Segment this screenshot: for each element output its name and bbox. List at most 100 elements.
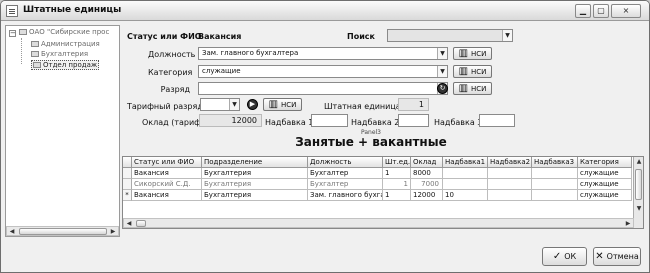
- table-cell[interactable]: 1: [383, 179, 411, 190]
- row-marker[interactable]: [123, 179, 132, 190]
- cancel-button[interactable]: ✕ Отмена: [593, 247, 641, 266]
- window-title: Штатные единицы: [23, 5, 122, 15]
- grade-refresh-button[interactable]: ↻: [437, 83, 448, 94]
- table-cell[interactable]: служащие: [578, 190, 632, 201]
- tree-item-accounting[interactable]: Бухгалтерия: [31, 50, 88, 58]
- tree-folder-icon: [31, 51, 39, 57]
- department-tree[interactable]: − ОАО "Сибирские прос Администрация Бухг…: [5, 25, 120, 237]
- scroll-left-icon[interactable]: ◀: [125, 220, 133, 227]
- tree-folder-icon: [19, 29, 27, 35]
- book-icon: ▥: [458, 83, 469, 94]
- table-horizontal-scroll-thumb[interactable]: [136, 220, 146, 227]
- table-cell[interactable]: служащие: [578, 179, 632, 190]
- row-marker-header: [123, 157, 132, 168]
- column-header-staff-units[interactable]: Шт.ед.: [383, 157, 411, 168]
- table-cell[interactable]: [532, 179, 578, 190]
- table-cell[interactable]: Зам. главного бухгалтера: [308, 190, 383, 201]
- dropdown-arrow-icon[interactable]: ▼: [229, 99, 239, 110]
- column-header-bonus1[interactable]: Надбавка1: [443, 157, 488, 168]
- grade-select[interactable]: ▼: [198, 82, 448, 95]
- table-cell[interactable]: Вакансия: [132, 168, 202, 179]
- tree-collapse-toggle[interactable]: −: [9, 30, 16, 37]
- book-icon: ▥: [458, 66, 469, 77]
- table-cell[interactable]: Бухгалтерия: [202, 168, 308, 179]
- ok-label: ОК: [564, 252, 577, 261]
- table-cell[interactable]: Бухгалтерия: [202, 190, 308, 201]
- scroll-right-icon[interactable]: ▶: [624, 220, 632, 227]
- ok-button[interactable]: ✓ ОК: [542, 247, 587, 266]
- table-cell[interactable]: 8000: [411, 168, 443, 179]
- table-cell[interactable]: 1: [383, 190, 411, 201]
- close-button[interactable]: ×: [611, 4, 641, 18]
- table-cell[interactable]: Бухгалтерия: [202, 179, 308, 190]
- tree-item-sales[interactable]: Отдел продаж: [31, 60, 100, 70]
- table-cell[interactable]: [532, 190, 578, 201]
- column-header-status[interactable]: Статус или ФИО: [132, 157, 202, 168]
- book-icon: ▥: [458, 48, 469, 59]
- tree-connector: [21, 38, 22, 64]
- table-cell[interactable]: Бухгалтер: [308, 168, 383, 179]
- scroll-up-icon[interactable]: ▲: [635, 158, 643, 165]
- table-cell[interactable]: 12000: [411, 190, 443, 201]
- column-header-department[interactable]: Подразделение: [202, 157, 308, 168]
- tariff-nsi-button[interactable]: ▥ НСИ: [263, 98, 302, 111]
- table-cell[interactable]: 7000: [411, 179, 443, 190]
- dropdown-arrow-icon[interactable]: ▼: [437, 48, 447, 59]
- nsi-label: НСИ: [471, 68, 487, 76]
- category-nsi-button[interactable]: ▥ НСИ: [453, 65, 492, 78]
- table-cell[interactable]: [443, 179, 488, 190]
- table-cell[interactable]: служащие: [578, 168, 632, 179]
- position-value: Зам. главного бухгалтера: [202, 49, 299, 57]
- minimize-button[interactable]: ▁: [575, 4, 591, 18]
- position-select[interactable]: Зам. главного бухгалтера ▼: [198, 47, 448, 60]
- table-vertical-scroll-thumb[interactable]: [635, 169, 642, 200]
- column-header-bonus2[interactable]: Надбавка2: [488, 157, 532, 168]
- staff-table[interactable]: Статус или ФИО Подразделение Должность Ш…: [122, 156, 644, 229]
- table-cell[interactable]: 1: [383, 168, 411, 179]
- table-cell[interactable]: Бухгалтер: [308, 179, 383, 190]
- bonus2-input[interactable]: [398, 114, 429, 127]
- column-header-category[interactable]: Категория: [578, 157, 632, 168]
- table-horizontal-scrollbar[interactable]: ◀ ▶: [123, 218, 634, 228]
- current-row-marker[interactable]: *: [123, 190, 132, 201]
- tree-item-administration[interactable]: Администрация: [31, 40, 100, 48]
- category-select[interactable]: служащие ▼: [198, 65, 448, 78]
- maximize-button[interactable]: ▢: [593, 4, 609, 18]
- table-cell[interactable]: [532, 168, 578, 179]
- table-cell[interactable]: Вакансия: [132, 190, 202, 201]
- bonus1-label: Надбавка 1: [265, 118, 314, 127]
- column-header-bonus3[interactable]: Надбавка3: [532, 157, 578, 168]
- tree-folder-icon: [33, 62, 41, 68]
- search-label: Поиск: [347, 32, 375, 41]
- tree-horizontal-scrollbar[interactable]: ◀ ▶: [6, 226, 119, 236]
- bonus1-input[interactable]: [311, 114, 348, 127]
- app-icon: [6, 5, 18, 17]
- table-cell[interactable]: Сикорский С.Д.: [132, 179, 202, 190]
- dropdown-arrow-icon[interactable]: ▼: [437, 66, 447, 77]
- tree-root[interactable]: ОАО "Сибирские прос: [19, 28, 109, 36]
- table-cell[interactable]: [488, 168, 532, 179]
- position-nsi-button[interactable]: ▥ НСИ: [453, 47, 492, 60]
- grade-nsi-button[interactable]: ▥ НСИ: [453, 82, 492, 95]
- column-header-salary[interactable]: Оклад: [411, 157, 443, 168]
- scroll-left-icon[interactable]: ◀: [8, 228, 16, 235]
- scroll-right-icon[interactable]: ▶: [109, 228, 117, 235]
- search-field[interactable]: ▼: [387, 29, 513, 42]
- bonus3-input[interactable]: [479, 114, 515, 127]
- nsi-label: НСИ: [471, 50, 487, 58]
- row-marker[interactable]: [123, 168, 132, 179]
- table-cell[interactable]: [488, 190, 532, 201]
- table-vertical-scrollbar[interactable]: ▲ ▼: [633, 157, 643, 228]
- tariff-select[interactable]: ▼: [200, 98, 240, 111]
- dropdown-arrow-icon[interactable]: ▼: [502, 30, 512, 41]
- tree-scroll-thumb[interactable]: [19, 228, 107, 235]
- category-value: служащие: [202, 67, 241, 75]
- column-header-position[interactable]: Должность: [308, 157, 383, 168]
- scroll-down-icon[interactable]: ▼: [635, 205, 643, 212]
- table-cell[interactable]: [488, 179, 532, 190]
- arrow-circle-icon[interactable]: ▶: [247, 99, 258, 110]
- table-cell[interactable]: [443, 168, 488, 179]
- position-label: Должность: [148, 50, 196, 59]
- category-label: Категория: [148, 68, 193, 77]
- table-cell[interactable]: 10: [443, 190, 488, 201]
